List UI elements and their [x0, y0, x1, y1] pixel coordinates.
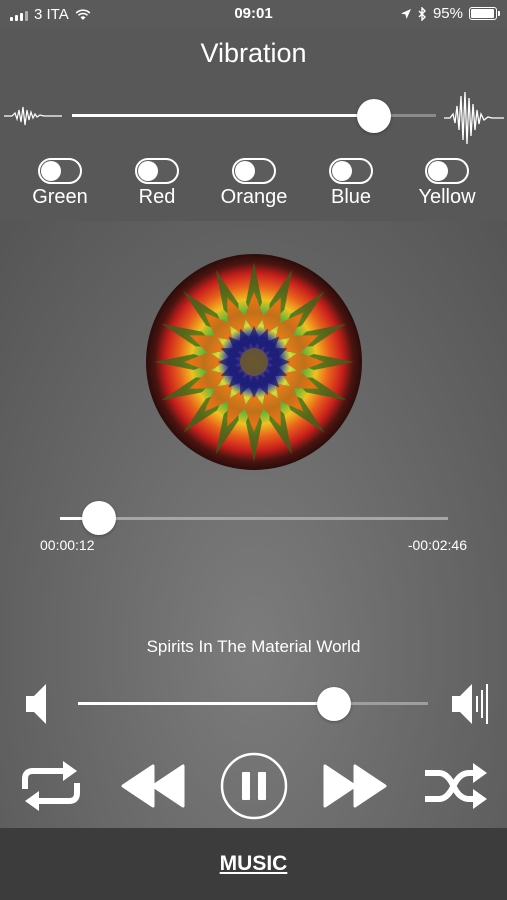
- toggle-orange[interactable]: Orange: [209, 158, 299, 209]
- pause-icon: [220, 752, 288, 820]
- volume-slider-thumb[interactable]: [316, 687, 351, 721]
- location-arrow-icon: [400, 8, 411, 19]
- music-tab[interactable]: MUSIC: [220, 852, 288, 876]
- toggle-blue[interactable]: Blue: [306, 158, 396, 209]
- toggle-label: Green: [32, 186, 88, 208]
- toggle-label: Blue: [330, 186, 372, 208]
- volume-slider-track[interactable]: [78, 702, 428, 705]
- song-title: Spirits In The Material World: [146, 637, 361, 656]
- fast-forward-button[interactable]: [320, 751, 390, 821]
- high-vibration-wave-icon: [444, 91, 504, 145]
- shuffle-button[interactable]: [422, 751, 490, 821]
- color-toggles: Green Red Orange Blue Yellow: [0, 158, 507, 218]
- switch-knob: [428, 161, 448, 181]
- toggle-label: Orange: [220, 186, 288, 208]
- bluetooth-icon: [418, 6, 426, 21]
- switch-knob: [235, 161, 255, 181]
- toggle-label: Red: [138, 186, 176, 208]
- repeat-icon: [22, 761, 80, 811]
- rewind-button[interactable]: [118, 751, 188, 821]
- page-title: Vibration: [200, 38, 307, 68]
- status-bar: 3 ITA 09:01 95%: [0, 0, 507, 28]
- toggle-label: Yellow: [418, 186, 476, 208]
- green-switch[interactable]: [38, 158, 82, 184]
- toggle-red[interactable]: Red: [112, 158, 202, 209]
- elapsed-time: 00:00:12: [40, 537, 95, 553]
- repeat-button[interactable]: [18, 751, 84, 821]
- album-artwork: [146, 254, 362, 470]
- volume-low-icon[interactable]: [24, 680, 50, 728]
- vibration-slider-row: [0, 90, 507, 150]
- fast-forward-icon: [323, 764, 387, 808]
- low-vibration-wave-icon: [4, 106, 62, 126]
- yellow-switch[interactable]: [425, 158, 469, 184]
- blue-switch[interactable]: [329, 158, 373, 184]
- volume-high-icon[interactable]: [450, 680, 492, 728]
- switch-knob: [138, 161, 158, 181]
- battery-fill: [471, 9, 494, 18]
- song-progress-thumb[interactable]: [81, 501, 116, 535]
- switch-knob: [332, 161, 352, 181]
- volume-slider-fill: [78, 702, 334, 705]
- battery-percent: 95%: [432, 5, 463, 22]
- vibration-slider-fill: [72, 114, 375, 117]
- toggle-yellow[interactable]: Yellow: [402, 158, 492, 209]
- battery-icon: [469, 7, 500, 20]
- pause-button[interactable]: [219, 751, 289, 821]
- rewind-icon: [121, 764, 185, 808]
- vibration-panel: Vibration Green Red Orange Blue Yellow: [0, 28, 507, 221]
- playback-controls: [0, 751, 507, 821]
- toggle-green[interactable]: Green: [15, 158, 105, 209]
- status-right: 95%: [400, 5, 500, 22]
- red-switch[interactable]: [135, 158, 179, 184]
- volume-row: [0, 676, 507, 732]
- switch-knob: [41, 161, 61, 181]
- vibration-slider-thumb[interactable]: [357, 99, 392, 133]
- bottom-tab-bar: MUSIC: [0, 828, 507, 900]
- orange-switch[interactable]: [232, 158, 276, 184]
- remaining-time: -00:02:46: [407, 537, 467, 553]
- player-area: 00:00:12 -00:02:46 Spirits In The Materi…: [0, 221, 507, 828]
- song-progress-track[interactable]: [60, 517, 448, 520]
- shuffle-icon: [425, 763, 487, 809]
